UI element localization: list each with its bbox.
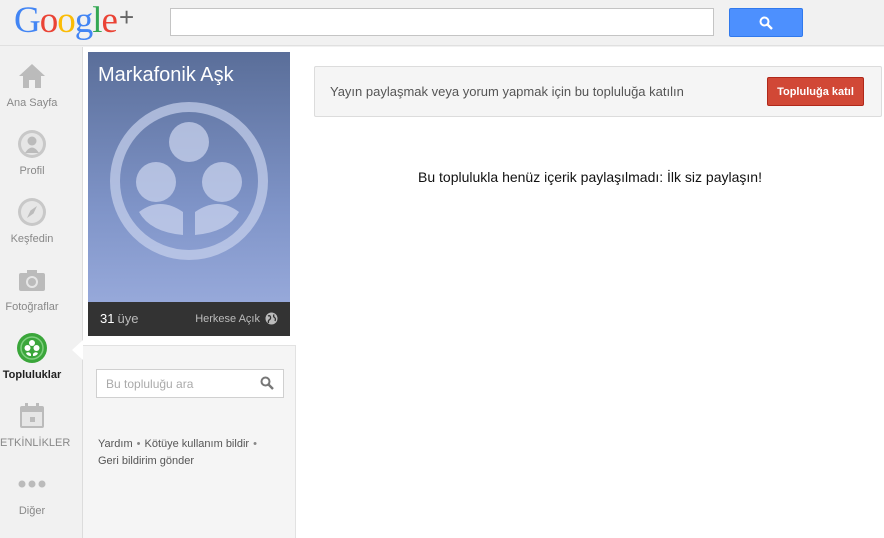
community-search-field[interactable] (96, 369, 284, 398)
calendar-icon (20, 403, 44, 428)
community-card[interactable]: Markafonik Aşk 31 üye Herkese Açık (88, 52, 290, 336)
empty-state-message: Bu toplulukla henüz içerik paylaşılmadı:… (418, 169, 762, 185)
home-icon (19, 64, 45, 88)
global-search-input[interactable] (170, 8, 714, 36)
join-prompt-text: Yayın paylaşmak veya yorum yapmak için b… (330, 84, 684, 99)
nav-item-events[interactable]: ETKİNLİKLER (0, 401, 70, 449)
active-nav-pointer (72, 340, 83, 360)
communities-icon (17, 333, 47, 363)
compass-icon (18, 198, 46, 226)
help-link[interactable]: Yardım (98, 438, 133, 450)
join-community-button[interactable]: Topluluğa katıl (767, 77, 864, 106)
community-card-container: Markafonik Aşk 31 üye Herkese Açık (83, 47, 296, 346)
join-prompt-bar: Yayın paylaşmak veya yorum yapmak için b… (314, 66, 882, 117)
nav-item-more[interactable]: Diğer (0, 469, 64, 517)
search-button[interactable] (729, 8, 803, 37)
camera-icon (19, 270, 45, 291)
community-card-footer: 31 üye Herkese Açık (88, 302, 290, 336)
profile-icon (18, 130, 46, 158)
search-icon[interactable] (260, 376, 274, 390)
community-placeholder-icon (110, 102, 268, 260)
nav-item-profile[interactable]: Profil (0, 129, 64, 177)
footer-links: Yardım • Kötüye kullanım bildir • Geri bild… (98, 438, 257, 467)
top-bar: Google+ (0, 0, 884, 46)
more-icon (18, 480, 46, 488)
nav-item-photos[interactable]: Fotoğraflar (0, 265, 64, 313)
community-name: Markafonik Aşk (98, 64, 234, 86)
search-icon (759, 16, 773, 30)
member-count[interactable]: 31 üye (100, 311, 138, 326)
feedback-link[interactable]: Geri bildirim gönder (98, 455, 194, 467)
nav-item-communities[interactable]: Topluluklar (0, 333, 64, 381)
nav-item-explore[interactable]: Keşfedin (0, 197, 64, 245)
community-search-input[interactable] (97, 370, 247, 397)
nav-item-home[interactable]: Ana Sayfa (0, 61, 64, 109)
google-plus-logo[interactable]: Google+ (14, 1, 134, 43)
left-navigation: Ana Sayfa Profil Keşfedin Fotoğraflar To… (0, 47, 83, 538)
community-sidebar: Markafonik Aşk 31 üye Herkese Açık Bu to… (83, 47, 296, 538)
globe-icon (265, 312, 278, 325)
visibility-label: Herkese Açık (195, 313, 260, 325)
main-content: Yayın paylaşmak veya yorum yapmak için b… (296, 47, 884, 538)
report-abuse-link[interactable]: Kötüye kullanım bildir (145, 438, 250, 450)
